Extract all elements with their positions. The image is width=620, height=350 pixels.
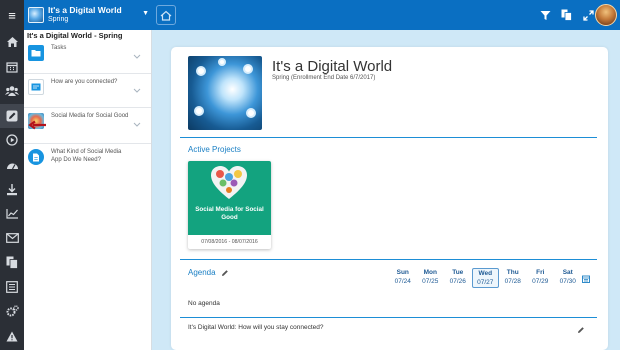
day-wed-selected[interactable]: Wed 07/27 [471,268,499,288]
copy-icon[interactable] [559,8,573,22]
rail-download[interactable] [0,177,24,202]
day-sat[interactable]: Sat 07/30 [554,268,582,288]
menu-icon[interactable]: ≡ [0,0,24,30]
top-bar: ≡ It's a Digital World Spring ▼ [0,0,620,30]
play-icon [6,134,18,146]
day-thu[interactable]: Thu 07/28 [499,268,527,288]
course-thumbnail [28,7,44,23]
list-icon [6,281,18,294]
calendar-icon[interactable] [582,275,590,283]
sidebar-item-label: Tasks [51,45,67,51]
sidebar-item-social-good[interactable]: Social Media for Social Good [24,108,151,144]
icon-rail [0,30,24,350]
mail-icon [5,233,19,244]
expand-icon[interactable] [581,8,595,22]
rail-mail[interactable] [0,226,24,251]
rail-calendar[interactable] [0,55,24,80]
project-card-header: Social Media for Social Good [188,161,271,235]
divider [180,259,597,260]
home-icon [160,10,172,21]
sidebar-item-tasks[interactable]: Tasks [24,40,151,74]
document-icon [28,149,44,165]
edit-icon [6,110,18,122]
rail-home[interactable] [0,30,24,55]
course-subtitle: Spring (Enrollment End Date 6/7/2017) [272,75,376,81]
heart-collage-icon [211,166,247,199]
chevron-down-icon[interactable] [133,88,141,93]
day-mon[interactable]: Mon 07/25 [417,268,445,288]
rail-chart[interactable] [0,202,24,227]
home-button[interactable] [156,5,176,25]
no-agenda-text: No agenda [188,300,220,307]
day-tue[interactable]: Tue 07/26 [444,268,472,288]
course-selector-title: It's a Digital World [48,5,122,15]
rail-list[interactable] [0,275,24,300]
pencil-icon[interactable] [221,269,229,277]
dashboard-icon [6,163,18,170]
day-sun[interactable]: Sun 07/24 [389,268,417,288]
week-day-selector: Sun 07/24 Mon 07/25 Tue 07/26 Wed 07/27 Thu 0… [389,268,582,288]
rail-settings[interactable] [0,300,24,325]
chevron-down-icon[interactable] [133,122,141,127]
files-icon [6,256,18,270]
discussion-prompt[interactable]: It's Digital World: How will you stay co… [188,324,324,331]
agenda-header: Agenda [188,268,229,277]
agenda-title: Agenda [188,268,216,277]
people-icon [5,86,19,97]
divider [180,137,597,138]
sidebar-item-label: Social Media for Social Good [51,113,129,119]
page-title: It's a Digital World [272,58,393,75]
divider [180,317,597,318]
sidebar: It's a Digital World - Spring Tasks How … [24,30,152,350]
rail-files[interactable] [0,251,24,276]
course-panel: It's a Digital World Spring (Enrollment … [171,47,608,350]
user-avatar[interactable] [595,4,617,26]
sidebar-item-label: How are you connected? [51,79,118,85]
rail-warning[interactable] [0,324,24,349]
rail-dashboard[interactable] [0,153,24,178]
sidebar-title: It's a Digital World - Spring [27,31,123,40]
sidebar-item-label: What Kind of Social Media App Do We Need… [51,149,122,163]
active-projects-title: Active Projects [188,145,241,154]
course-hero-image [188,56,262,130]
rail-people[interactable] [0,79,24,104]
chevron-down-icon[interactable] [133,54,141,59]
caret-down-icon: ▼ [142,10,149,17]
filter-icon[interactable] [538,8,552,22]
rail-play[interactable] [0,128,24,153]
course-selector-term: Spring [48,16,69,23]
sidebar-item-how-connected[interactable]: How are you connected? [24,74,151,108]
document-icon [28,79,44,95]
project-card[interactable]: Social Media for Social Good 07/08/2016 … [188,161,271,249]
download-icon [7,183,17,195]
calendar-icon [6,62,18,73]
red-arrow-icon [28,120,46,130]
project-name: Social Media for Social Good [195,206,264,221]
warning-icon [6,331,18,342]
home-icon [6,37,18,48]
course-selector[interactable]: It's a Digital World Spring ▼ [24,0,152,30]
day-fri[interactable]: Fri 07/29 [527,268,555,288]
settings-icon [6,305,19,317]
folder-icon [28,45,44,61]
chart-icon [5,209,18,219]
pencil-icon[interactable] [577,326,585,334]
project-dates: 07/08/2016 - 08/07/2016 [201,239,258,245]
sidebar-item-what-kind-app[interactable]: What Kind of Social Media App Do We Need… [24,144,151,178]
rail-edit[interactable] [0,103,24,128]
